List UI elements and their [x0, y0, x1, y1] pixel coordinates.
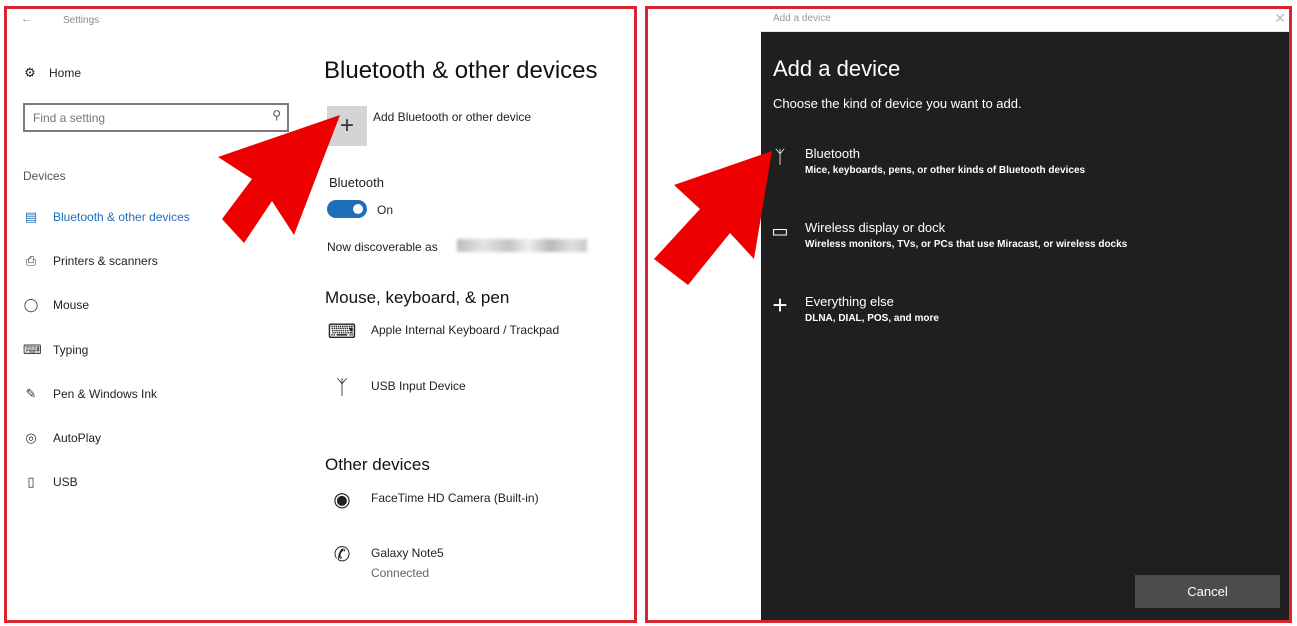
usb-icon: ▯	[27, 474, 35, 489]
device-item[interactable]: ⌨ Apple Internal Keyboard / Trackpad	[327, 319, 560, 345]
sidebar-item-mouse[interactable]: ◯ Mouse	[23, 297, 89, 313]
toggle-state-label: On	[377, 203, 394, 217]
home-label: Home	[49, 66, 82, 80]
device-item[interactable]: ᛉ USB Input Device	[327, 375, 466, 401]
dialog-title: Add a device	[773, 56, 901, 81]
add-device-screenshot-panel: Add a device ✕ Add a device Choose the k…	[645, 6, 1292, 623]
option-description: Wireless monitors, TVs, or PCs that use …	[805, 239, 1128, 250]
sidebar-item-label: Printers & scanners	[53, 254, 158, 268]
option-everything-else[interactable]: + Everything else DLNA, DIAL, POS, and m…	[769, 290, 939, 324]
pen-icon: ✎	[25, 386, 37, 401]
devices-section-label: Devices	[23, 169, 66, 183]
device-name: FaceTime HD Camera (Built-in)	[371, 491, 539, 505]
settings-titlebar: ← Settings	[7, 9, 634, 35]
add-device-label[interactable]: Add Bluetooth or other device	[373, 110, 531, 124]
window-title: Settings	[63, 15, 100, 26]
device-name: Galaxy Note5	[371, 546, 444, 560]
plus-icon: +	[772, 290, 788, 320]
option-name: Everything else	[805, 294, 894, 309]
toggle-knob	[353, 204, 363, 214]
device-item[interactable]: ◉ FaceTime HD Camera (Built-in)	[327, 487, 539, 513]
autoplay-icon: ◎	[25, 430, 37, 445]
option-description: DLNA, DIAL, POS, and more	[805, 313, 939, 324]
blurred-device-name	[457, 239, 587, 252]
sidebar-item-typing[interactable]: ⌨ Typing	[23, 342, 88, 358]
sidebar-item-label: Mouse	[53, 298, 90, 312]
sidebar-item-usb[interactable]: ▯ USB	[23, 474, 78, 490]
option-description: Mice, keyboards, pens, or other kinds of…	[805, 165, 1086, 176]
sidebar-item-label: USB	[53, 475, 78, 489]
mouse-keyboard-pen-heading: Mouse, keyboard, & pen	[325, 288, 510, 307]
add-device-dialog: Add a device Choose the kind of device y…	[761, 32, 1289, 620]
device-status: Connected	[371, 566, 430, 580]
keyboard-icon: ⌨	[327, 321, 357, 343]
other-devices-heading: Other devices	[325, 455, 430, 474]
sidebar-item-label: Typing	[53, 343, 89, 357]
cancel-button[interactable]: Cancel	[1135, 575, 1280, 608]
printer-icon: ⎙	[25, 253, 37, 268]
bluetooth-devices-icon: ▤	[24, 209, 38, 224]
keyboard-icon: ⌨	[23, 342, 42, 357]
sidebar-item-label: Pen & Windows Ink	[53, 387, 158, 401]
sidebar-item-autoplay[interactable]: ◎ AutoPlay	[23, 430, 101, 446]
settings-screenshot-panel: ← Settings ⚙ Home ⚲ Devices ▤ Bluetooth …	[4, 6, 637, 623]
sidebar-item-label: Bluetooth & other devices	[53, 210, 190, 224]
option-name: Bluetooth	[805, 146, 860, 161]
dialog-subtitle: Choose the kind of device you want to ad…	[773, 96, 1022, 111]
sidebar-item-printers[interactable]: ⎙ Printers & scanners	[23, 253, 158, 269]
back-arrow-icon[interactable]: ←	[21, 13, 32, 25]
red-pointer-arrow-icon	[654, 151, 772, 285]
red-pointer-arrow-icon	[218, 115, 340, 243]
webcam-icon: ◉	[333, 489, 351, 511]
option-wireless-display[interactable]: ▭ Wireless display or dock Wireless moni…	[769, 220, 1127, 250]
dialog-bar-title: Add a device	[773, 13, 831, 24]
sidebar-item-pen[interactable]: ✎ Pen & Windows Ink	[23, 386, 158, 402]
sidebar-item-label: AutoPlay	[53, 431, 102, 445]
mouse-icon: ◯	[23, 297, 39, 312]
device-item[interactable]: ✆ Galaxy Note5 Connected	[327, 542, 444, 580]
home-nav-item[interactable]: ⚙ Home	[23, 65, 81, 81]
sidebar-item-bluetooth[interactable]: ▤ Bluetooth & other devices	[23, 209, 190, 225]
gear-icon: ⚙	[24, 65, 36, 80]
bluetooth-icon: ᛉ	[336, 377, 348, 399]
option-name: Wireless display or dock	[805, 220, 946, 235]
option-bluetooth[interactable]: ᛉ Bluetooth Mice, keyboards, pens, or ot…	[769, 146, 1085, 176]
page-title: Bluetooth & other devices	[324, 57, 598, 84]
dialog-titlebar: Add a device ✕	[761, 9, 1289, 32]
device-name: USB Input Device	[371, 379, 466, 393]
phone-icon: ✆	[333, 544, 351, 566]
device-name: Apple Internal Keyboard / Trackpad	[371, 323, 560, 337]
close-icon[interactable]: ✕	[1274, 10, 1286, 27]
